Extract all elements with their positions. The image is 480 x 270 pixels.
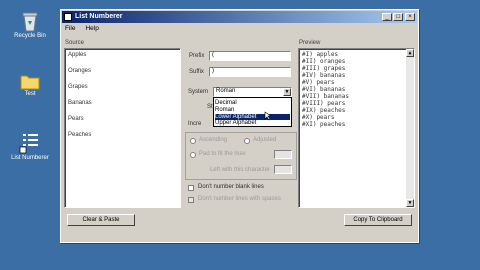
- ascending-radio[interactable]: [190, 138, 196, 144]
- preview-line: #IV) bananas: [302, 72, 346, 79]
- prefix-label: Prefix: [189, 53, 205, 59]
- maximize-button[interactable]: □: [393, 13, 403, 21]
- adjusted-radio[interactable]: [244, 138, 250, 144]
- mouse-cursor-icon: [264, 111, 272, 121]
- system-dropdown-list[interactable]: Decimal Roman Lower Alphabet Upper Alpha…: [213, 97, 292, 127]
- preview-line: #VII) bananas: [302, 93, 349, 100]
- title-bar[interactable]: List Numberer _ □ ×: [62, 11, 417, 23]
- system-option[interactable]: Roman: [215, 107, 290, 113]
- menu-bar: File Help: [65, 25, 107, 34]
- recycle-bin-icon: [22, 12, 38, 32]
- system-label: System: [188, 89, 209, 95]
- suffix-input[interactable]: ): [209, 67, 291, 77]
- desktop-icon-label: Recycle Bin: [14, 33, 46, 39]
- system-selected-value: Roman: [216, 88, 236, 94]
- dont-number-blank-label: Don't number blank lines: [198, 184, 264, 190]
- source-line: Oranges: [68, 68, 92, 74]
- desktop-icon-label: Test: [24, 91, 36, 97]
- pad-character-input[interactable]: [274, 165, 292, 174]
- ignore-spaces-checkbox[interactable]: [188, 197, 194, 203]
- app-icon: [64, 13, 72, 21]
- source-line: Apples: [68, 52, 87, 58]
- ignore-spaces-label: Don't number lines with spaces: [198, 196, 281, 202]
- system-option[interactable]: Decimal: [215, 100, 290, 106]
- preview-line: #VI) bananas: [302, 86, 346, 93]
- minimize-button[interactable]: _: [382, 13, 392, 21]
- preview-line: #I) apples: [302, 51, 339, 58]
- source-line: Grapes: [68, 84, 88, 90]
- adjusted-label: Adjusted: [253, 137, 277, 143]
- scroll-down-icon[interactable]: ▼: [406, 199, 414, 207]
- dont-number-blank-checkbox[interactable]: [188, 185, 194, 191]
- folder-icon: [20, 75, 40, 90]
- preview-scrollbar[interactable]: ▲ ▼: [406, 49, 414, 207]
- menu-file[interactable]: File: [65, 25, 75, 32]
- preview-line: #III) grapes: [302, 65, 346, 72]
- prefix-input[interactable]: (: [209, 51, 291, 61]
- chevron-down-icon[interactable]: ▼: [283, 88, 291, 96]
- alignment-group: Ascending Adjusted Pad to fit the max Le…: [185, 132, 297, 180]
- pad-label: Pad to fit the max: [199, 151, 246, 157]
- close-button[interactable]: ×: [405, 13, 415, 21]
- clear-paste-button[interactable]: Clear & Paste: [67, 214, 135, 226]
- source-label: Source: [65, 40, 85, 46]
- preview-line: #VIII) pears: [302, 100, 346, 107]
- pad-character-label: Left with this character: [210, 167, 271, 173]
- copy-to-clipboard-button[interactable]: Copy To Clipboard: [344, 214, 412, 226]
- pad-radio[interactable]: [190, 152, 196, 158]
- preview-line: #XI) peaches: [302, 121, 346, 128]
- system-select[interactable]: Roman ▼: [213, 87, 292, 97]
- menu-help[interactable]: Help: [85, 25, 98, 32]
- source-line: Bananas: [68, 100, 92, 106]
- scroll-up-icon[interactable]: ▲: [406, 49, 414, 57]
- preview-line: #V) pears: [302, 79, 335, 86]
- preview-line: #II) oranges: [302, 58, 346, 65]
- desktop-icon-label: List Numberer: [11, 155, 49, 161]
- preview-line: #IX) peaches: [302, 107, 346, 114]
- desktop-icon-test-folder[interactable]: Test: [8, 72, 52, 97]
- source-line: Pears: [68, 116, 84, 122]
- desktop-icon-recycle-bin[interactable]: Recycle Bin: [8, 10, 52, 39]
- source-line: Peaches: [68, 132, 92, 138]
- increment-label: Incre: [188, 121, 202, 127]
- suffix-label: Suffix: [189, 69, 204, 75]
- preview-label: Preview: [299, 40, 321, 46]
- ascending-label: Ascending: [199, 137, 228, 143]
- list-numberer-shortcut-icon: [19, 132, 39, 154]
- pad-width-input[interactable]: [274, 150, 292, 159]
- desktop-icon-list-numberer[interactable]: List Numberer: [8, 130, 52, 161]
- system-option[interactable]: Upper Alphabet: [215, 120, 290, 126]
- preview-line: #X) pears: [302, 114, 335, 121]
- start-label: St: [207, 104, 213, 110]
- source-textarea[interactable]: Apples Oranges Grapes Bananas Pears Peac…: [64, 48, 181, 208]
- window-title: List Numberer: [75, 13, 123, 20]
- list-numberer-window: List Numberer _ □ × File Help Source App…: [60, 9, 419, 243]
- preview-textarea[interactable]: #I) apples #II) oranges #III) grapes #IV…: [298, 48, 415, 208]
